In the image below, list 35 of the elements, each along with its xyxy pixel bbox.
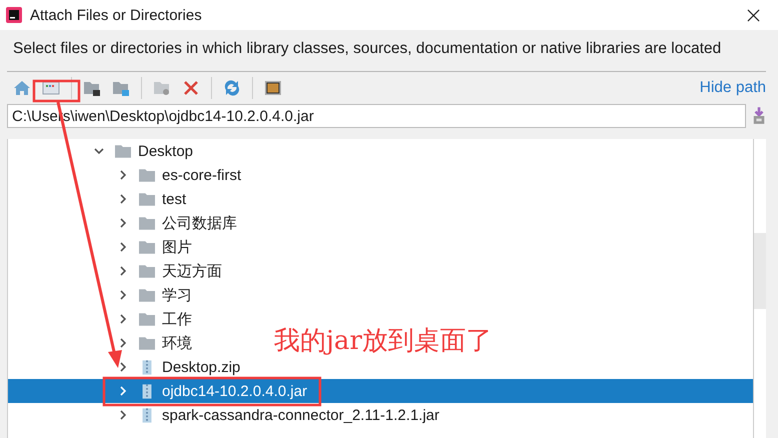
folder-icon — [139, 192, 155, 206]
window-title: Attach Files or Directories — [30, 6, 203, 24]
folder-icon — [139, 240, 155, 254]
tree-item-label[interactable]: es-core-first — [162, 166, 242, 184]
tree-item-label[interactable]: ojdbc14-10.2.0.4.0.jar — [162, 382, 308, 400]
refresh-icon[interactable] — [223, 79, 241, 97]
folder-icon[interactable] — [83, 79, 101, 97]
highlight-frame — [32, 80, 80, 102]
tree-item-label[interactable]: Desktop.zip — [162, 358, 240, 376]
folder-icon — [139, 216, 155, 230]
hide-path-link[interactable]: Hide path — [700, 79, 766, 97]
description-text: Select files or directories in which library classes, sources, documentation or native libraries are located — [12, 39, 722, 59]
scrollbar-thumb[interactable] — [754, 233, 766, 309]
folder-icon — [139, 288, 155, 302]
app-icon — [6, 7, 22, 23]
folder-icon — [139, 264, 155, 278]
tree-item-label[interactable]: 学习 — [162, 286, 192, 304]
download-icon[interactable] — [752, 106, 766, 126]
tree-item-label[interactable]: 公司数据库 — [162, 214, 237, 232]
annotation-text: 我的jar放到桌面了 — [274, 328, 492, 354]
tree-item-label[interactable]: 天迈方面 — [162, 262, 222, 280]
folder-icon — [139, 336, 155, 350]
folder-icon — [139, 168, 155, 182]
tree-item-label[interactable]: test — [162, 190, 186, 208]
close-icon[interactable] — [747, 8, 760, 22]
selected-row[interactable]: ojdbc14-10.2.0.4.0.jar — [8, 379, 753, 403]
tree-item-label[interactable]: 图片 — [162, 238, 192, 256]
tree-item-label[interactable]: 环境 — [162, 334, 192, 352]
tree-item-label[interactable]: spark-cassandra-connector_2.11-1.2.1.jar — [162, 406, 440, 424]
tree-item-label[interactable]: Desktop — [138, 142, 194, 160]
folder-icon — [139, 312, 155, 326]
square-icon[interactable] — [264, 79, 282, 97]
tree-item-label[interactable]: 工作 — [162, 310, 192, 328]
delete-icon[interactable] — [182, 79, 200, 97]
folder-icon — [115, 144, 131, 158]
